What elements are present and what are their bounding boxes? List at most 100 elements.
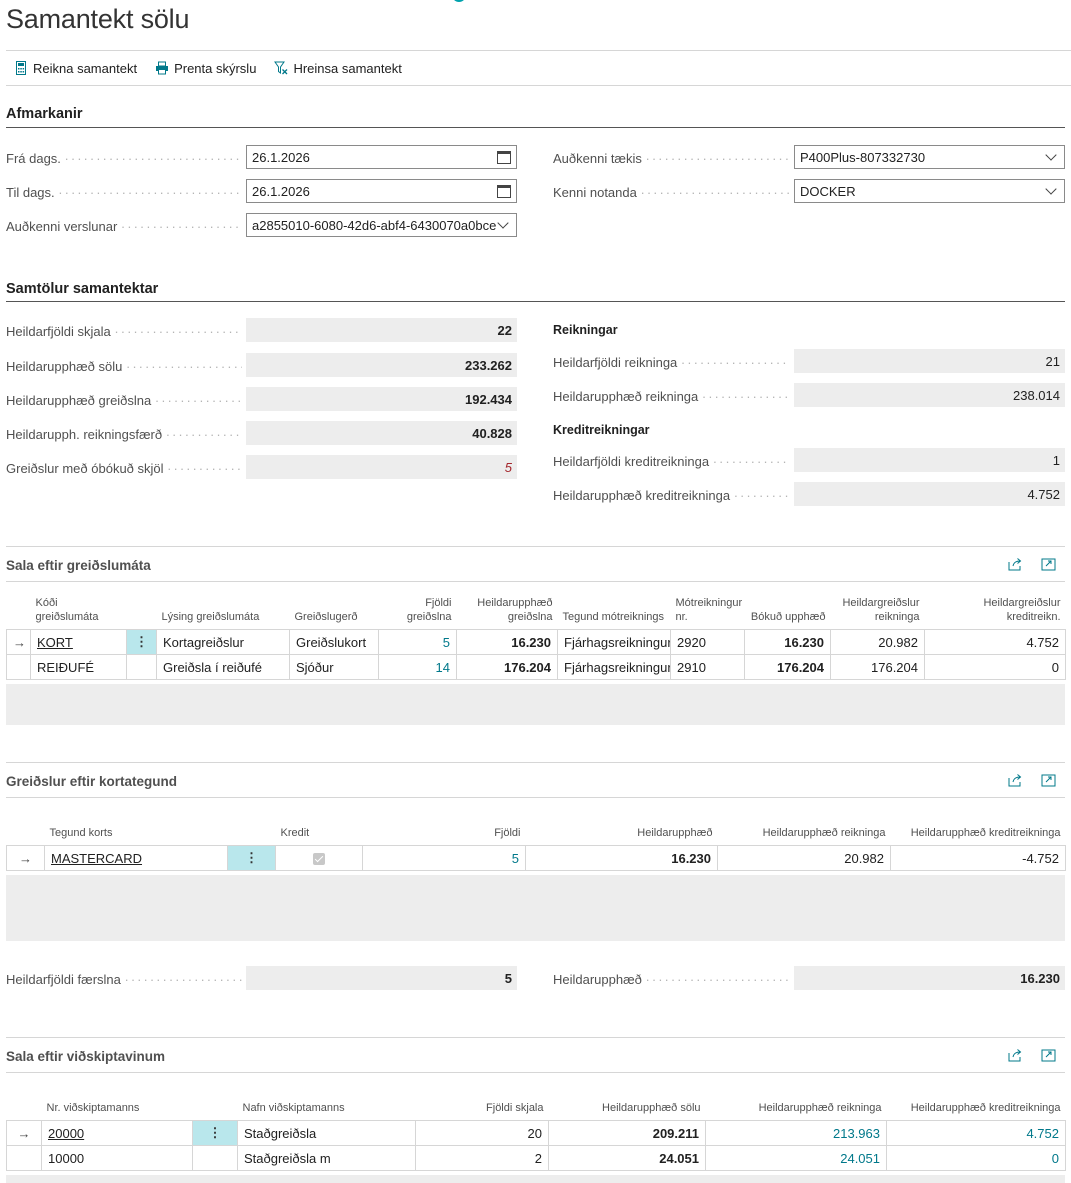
col-customer-credit[interactable]: Heildarupphæð kreditreikninga: [887, 1101, 1066, 1121]
payment-type-cell: Sjóður: [289, 654, 379, 680]
row-actions-icon[interactable]: ⋮: [192, 1120, 238, 1146]
payment-code-cell[interactable]: REIÐUFÉ: [30, 654, 127, 680]
expand-icon[interactable]: [1041, 1049, 1056, 1062]
payment-part-actions: [1008, 558, 1056, 571]
col-offset-type[interactable]: Tegund mótreiknings: [558, 596, 671, 630]
col-customer-sales[interactable]: Heildarupphæð sölu: [549, 1101, 706, 1121]
customer-docs-cell: 20: [415, 1120, 549, 1146]
payment-desc-cell: Kortagreiðslur: [156, 629, 290, 655]
col-payment-desc[interactable]: Lýsing greiðslumáta: [157, 596, 290, 630]
customer-part-title: Sala eftir viðskiptavinum: [6, 1049, 166, 1064]
share-icon[interactable]: [1008, 558, 1023, 571]
table-row[interactable]: REIÐUFÉ Greiðsla í reiðufé Sjóður 14 176…: [6, 654, 1066, 680]
col-credit-payments[interactable]: Heildargreiðslur kreditreikn.: [925, 596, 1066, 630]
to-date-label: Til dags. ······························…: [6, 185, 242, 200]
credit-count-value: 1: [794, 448, 1065, 472]
store-id-value: a2855010-6080-42d6-abf4-6430070a0bce: [252, 217, 497, 233]
payment-count-cell[interactable]: 14: [378, 654, 457, 680]
card-part-actions: [1008, 774, 1056, 787]
customer-invoices-cell[interactable]: 213.963: [705, 1120, 887, 1146]
posted-amount-cell: 16.230: [744, 629, 831, 655]
card-type-cell[interactable]: MASTERCARD: [44, 845, 228, 871]
print-report-button[interactable]: Prenta skýrslu: [155, 61, 256, 76]
total-payments-label: Heildarupphæð greiðslna ················…: [6, 393, 242, 408]
calculator-icon: [16, 61, 26, 75]
total-payments-value: 192.434: [246, 387, 517, 411]
calendar-icon[interactable]: [497, 150, 511, 164]
col-invoice-payments[interactable]: Heildargreiðslur reikninga: [831, 596, 925, 630]
credit-amount-label: Heildarupphæð kreditreikninga ··········…: [553, 488, 790, 503]
from-date-field[interactable]: 26.1.2026: [246, 145, 517, 169]
col-card-total[interactable]: Heildarupphæð: [526, 826, 718, 846]
calculate-summary-button[interactable]: Reikna samantekt: [14, 61, 137, 76]
customer-credit-cell[interactable]: 4.752: [886, 1120, 1066, 1146]
totals-divider: [6, 301, 1065, 302]
from-date-label: Frá dags. ······························…: [6, 151, 242, 166]
col-credit[interactable]: Kredit: [276, 826, 363, 846]
page-title: Samantekt sölu: [6, 4, 190, 34]
share-icon[interactable]: [1008, 1049, 1023, 1062]
col-card-count[interactable]: Fjöldi: [363, 826, 526, 846]
col-card-credit[interactable]: Heildarupphæð kreditreikninga: [891, 826, 1066, 846]
offset-no-cell: 2920: [670, 629, 745, 655]
payment-total-cell: 16.230: [456, 629, 558, 655]
col-payment-count[interactable]: Fjöldi greiðslna: [379, 596, 457, 630]
credit-subheading: Kreditreikningar: [553, 423, 650, 437]
to-date-value: 26.1.2026: [252, 183, 310, 199]
payment-count-cell[interactable]: 5: [378, 629, 457, 655]
chevron-down-icon[interactable]: [1045, 182, 1057, 195]
card-type-table: Tegund korts Kredit Fjöldi Heildarupphæð…: [6, 826, 1066, 871]
card-credit-cell: -4.752: [890, 845, 1066, 871]
invoice-payments-cell: 176.204: [830, 654, 925, 680]
payment-code-cell[interactable]: KORT: [30, 629, 127, 655]
expand-icon[interactable]: [1041, 774, 1056, 787]
payment-grid-empty-area: [6, 684, 1065, 725]
col-offset-no[interactable]: Mótreikningur nr.: [671, 596, 745, 630]
table-row[interactable]: → 20000 ⋮ Staðgreiðsla 20 209.211 213.96…: [6, 1120, 1066, 1146]
unposted-payments-value[interactable]: 5: [246, 455, 517, 479]
col-payment-code[interactable]: Kóði greiðslumáta: [31, 596, 127, 630]
share-icon[interactable]: [1008, 774, 1023, 787]
offset-no-cell: 2910: [670, 654, 745, 680]
chevron-down-icon[interactable]: [497, 216, 509, 229]
col-card-invoices[interactable]: Heildarupphæð reikninga: [718, 826, 891, 846]
calculate-summary-label: Reikna samantekt: [33, 60, 138, 76]
card-count-cell[interactable]: 5: [362, 845, 526, 871]
col-customer-name[interactable]: Nafn viðskiptamanns: [238, 1101, 416, 1121]
payment-total-cell: 176.204: [456, 654, 558, 680]
table-row[interactable]: 10000 Staðgreiðsla m 2 24.051 24.051 0: [6, 1145, 1066, 1171]
col-payment-total[interactable]: Heildarupphæð greiðslna: [457, 596, 558, 630]
table-row[interactable]: → MASTERCARD ⋮ 5 16.230 20.982 -4.752: [6, 845, 1066, 871]
customer-credit-cell[interactable]: 0: [886, 1145, 1066, 1171]
row-actions-icon[interactable]: ⋮: [227, 845, 276, 871]
col-customer-no[interactable]: Nr. viðskiptamanns: [42, 1101, 193, 1121]
table-row[interactable]: → KORT ⋮ Kortagreiðslur Greiðslukort 5 1…: [6, 629, 1066, 655]
total-documents-value: 22: [246, 318, 517, 342]
invoice-count-value: 21: [794, 349, 1065, 373]
calendar-icon[interactable]: [497, 184, 511, 198]
customer-no-cell[interactable]: 20000: [41, 1120, 193, 1146]
expand-icon[interactable]: [1041, 558, 1056, 571]
total-sales-value: 233.262: [246, 353, 517, 377]
customer-name-cell: Staðgreiðsla: [237, 1120, 416, 1146]
clear-summary-button[interactable]: Hreinsa samantekt: [274, 61, 402, 76]
store-id-label: Auðkenni verslunar ·····················…: [6, 219, 242, 234]
store-id-field[interactable]: a2855010-6080-42d6-abf4-6430070a0bce: [246, 213, 517, 237]
card-total-amount-label: Heildarupphæð ··························…: [553, 972, 790, 987]
device-id-field[interactable]: P400Plus-807332730: [794, 145, 1065, 169]
col-customer-invoices[interactable]: Heildarupphæð reikninga: [706, 1101, 887, 1121]
chevron-down-icon[interactable]: [1045, 148, 1057, 161]
customer-invoices-cell[interactable]: 24.051: [705, 1145, 887, 1171]
user-id-field[interactable]: DOCKER: [794, 179, 1065, 203]
total-invoiced-value: 40.828: [246, 421, 517, 445]
customer-no-cell[interactable]: 10000: [41, 1145, 193, 1171]
filters-divider: [6, 127, 1065, 128]
row-actions-icon[interactable]: ⋮: [126, 629, 157, 655]
customer-sales-cell: 209.211: [548, 1120, 706, 1146]
col-customer-docs[interactable]: Fjöldi skjala: [416, 1101, 549, 1121]
to-date-field[interactable]: 26.1.2026: [246, 179, 517, 203]
col-posted-amount[interactable]: Bókuð upphæð: [745, 596, 831, 630]
payment-desc-cell: Greiðsla í reiðufé: [156, 654, 290, 680]
col-card-type[interactable]: Tegund korts: [45, 826, 228, 846]
col-payment-type[interactable]: Greiðslugerð: [290, 596, 379, 630]
